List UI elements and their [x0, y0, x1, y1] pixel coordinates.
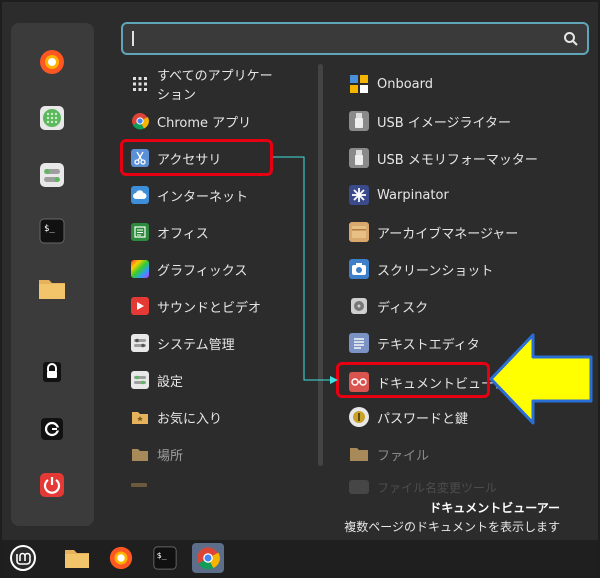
taskbar-terminal[interactable]: $_ [150, 543, 180, 573]
firefox-icon [109, 546, 133, 570]
folder-icon [65, 550, 89, 568]
taskbar-files[interactable] [62, 543, 92, 573]
pointer-arrow [489, 333, 593, 425]
mint-menu-button[interactable] [8, 543, 38, 573]
taskbar-firefox[interactable] [106, 543, 136, 573]
taskbar: $_ [2, 540, 598, 576]
taskbar-chrome[interactable] [192, 543, 224, 573]
chrome-icon [197, 547, 220, 570]
connector-arrow [273, 156, 338, 384]
selected-app-description: 複数ページのドキュメントを表示します [344, 520, 560, 534]
selected-app-name: ドキュメントビューアー [429, 501, 560, 515]
linux-mint-logo-icon [10, 545, 36, 571]
terminal-icon: $_ [153, 546, 177, 570]
svg-text:$_: $_ [157, 550, 168, 560]
application-menu: $_ すべてのアプリケーション Chrome アプリ アクセサリ インターネット [2, 2, 598, 540]
